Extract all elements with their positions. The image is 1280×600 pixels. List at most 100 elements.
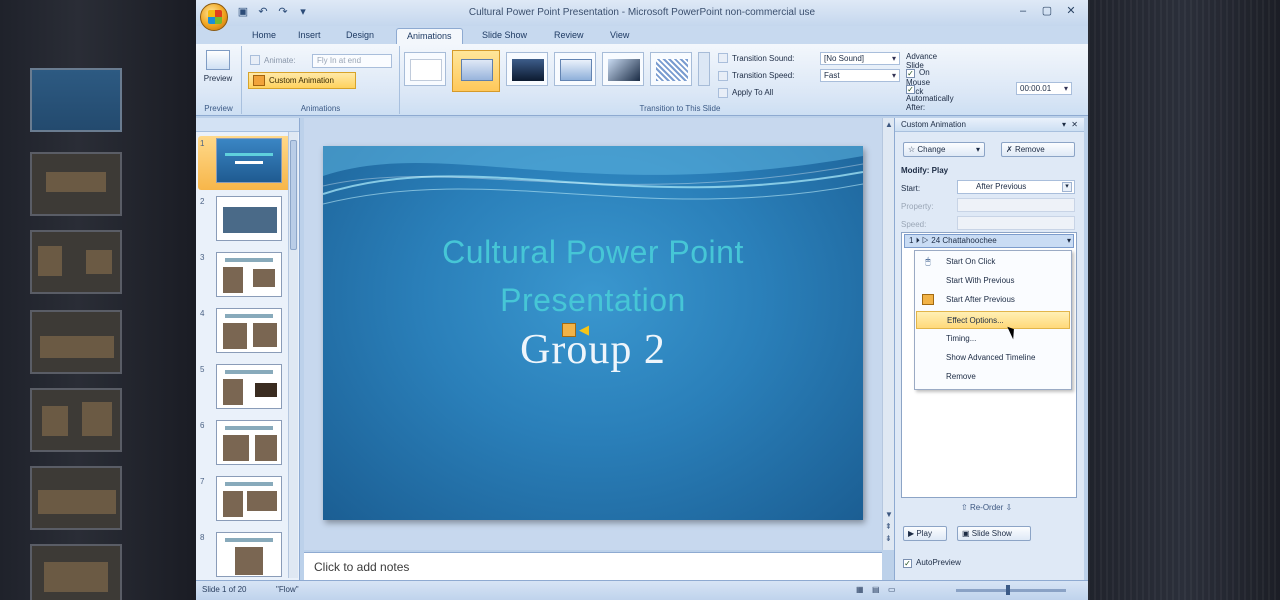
ribbon-group-animations: Animate: Fly In at end Custom Animation … (242, 46, 400, 114)
scroll-down-icon[interactable]: ▼ (885, 510, 893, 519)
window-title: Cultural Power Point Presentation - Micr… (468, 7, 816, 18)
status-bar: Slide 1 of 20 "Flow" ▦ ▤ ▭ (196, 580, 1088, 600)
office-button[interactable] (200, 3, 228, 31)
chevron-down-icon: ▾ (1062, 182, 1072, 192)
slide-thumbnail[interactable] (216, 364, 282, 409)
minimize-icon[interactable]: – (1012, 4, 1034, 20)
filmstrip-thumb (30, 230, 122, 294)
autopreview-checkbox[interactable]: ✓ AutoPreview (903, 558, 961, 568)
transition-gallery-scroll[interactable] (698, 52, 710, 86)
tab-design[interactable]: Design (336, 28, 384, 44)
menu-show-advanced-timeline[interactable]: Show Advanced Timeline (916, 349, 1070, 367)
slide-thumb-row[interactable]: 6 (198, 418, 294, 470)
slides-pane-tabs[interactable] (196, 118, 299, 132)
tab-home[interactable]: Home (242, 28, 286, 44)
clock-icon (922, 294, 934, 305)
slide-thumbnail[interactable] (216, 252, 282, 297)
play-button[interactable]: ▶ Play (903, 526, 947, 541)
office-logo-icon (208, 10, 222, 24)
reorder-up-icon[interactable]: ⇧ (961, 503, 968, 512)
notes-pane[interactable]: Click to add notes (304, 552, 882, 580)
maximize-icon[interactable]: ▢ (1036, 4, 1058, 20)
animation-list-item[interactable]: 1 ⏵ ▷ 24 Chattahoochee ▾ (904, 234, 1074, 248)
tab-insert[interactable]: Insert (288, 28, 331, 44)
pane-close-icon[interactable]: ✕ (1071, 118, 1078, 131)
reorder-controls[interactable]: ⇧ Re-Order ⇩ (961, 503, 1012, 512)
scrollbar-thumb[interactable] (290, 140, 297, 250)
mouse-icon: 🖱 (925, 256, 931, 266)
menu-remove[interactable]: Remove (916, 368, 1070, 386)
pane-options-icon[interactable]: ▾ (1062, 118, 1066, 131)
change-effect-button[interactable]: ☆ Change ▾ (903, 142, 985, 157)
menu-label: Effect Options... (947, 316, 1004, 325)
slide-thumb-row[interactable]: 3 (198, 250, 294, 302)
animation-list[interactable]: 1 ⏵ ▷ 24 Chattahoochee ▾ 🖱 Start On Click… (901, 232, 1077, 498)
slide-sorter-icon[interactable]: ▤ (872, 585, 880, 594)
scroll-up-icon[interactable]: ▲ (885, 120, 893, 129)
menu-start-after-previous[interactable]: Start After Previous (916, 291, 1070, 309)
slide-thumb-row[interactable]: 8 (198, 530, 294, 582)
transition-dissolve-thumb[interactable] (650, 52, 692, 86)
slide-thumbnail[interactable] (216, 420, 282, 465)
menu-label: Start With Previous (946, 276, 1015, 285)
slide-thumbnail[interactable] (216, 476, 282, 521)
preview-group-label: Preview (204, 104, 233, 113)
auto-after-checkbox[interactable]: ✓Automatically After: (906, 84, 954, 112)
slide-subtitle[interactable]: Group 2 (323, 326, 863, 374)
menu-start-on-click[interactable]: 🖱 Start On Click (916, 253, 1070, 271)
menu-start-with-previous[interactable]: Start With Previous (916, 272, 1070, 290)
menu-timing[interactable]: Timing... (916, 330, 1070, 348)
slide-show-button[interactable]: ▣ Slide Show (957, 526, 1031, 541)
slide-title[interactable]: Cultural Power Point Presentation (323, 228, 863, 324)
preview-button[interactable]: Preview (200, 50, 236, 94)
zoom-slider-thumb[interactable] (1006, 585, 1010, 595)
transition-fade-black-thumb[interactable] (506, 52, 548, 86)
slideshow-label: Slide Show (971, 529, 1012, 538)
transition-sound-dropdown[interactable]: [No Sound] (820, 52, 900, 65)
slide-number: 6 (200, 421, 205, 430)
transition-speed-dropdown[interactable]: Fast (820, 69, 900, 82)
tab-slide-show[interactable]: Slide Show (472, 28, 537, 44)
animate-dropdown[interactable]: Fly In at end (312, 54, 392, 68)
slide-editor-scrollbar[interactable]: ▲ ▼ ⇞ ⇟ (882, 118, 894, 550)
slide-number: 5 (200, 365, 205, 374)
transition-fade-thumb[interactable] (452, 50, 500, 92)
previous-slide-icon[interactable]: ⇞ (885, 522, 892, 531)
slide-thumbnail[interactable] (216, 138, 282, 183)
tab-animations[interactable]: Animations (396, 28, 463, 44)
tab-view[interactable]: View (600, 28, 639, 44)
next-slide-icon[interactable]: ⇟ (885, 534, 892, 543)
filmstrip-thumb (30, 310, 122, 374)
close-icon[interactable]: ✕ (1060, 4, 1082, 20)
slide-thumbnail[interactable] (216, 532, 282, 577)
filmstrip-thumb (30, 388, 122, 452)
slide-thumb-row[interactable]: 1 (198, 136, 294, 190)
auto-after-spinner[interactable]: 00:00.01 (1016, 82, 1072, 95)
transition-cut-black-thumb[interactable] (602, 52, 644, 86)
current-slide[interactable]: Cultural Power Point Presentation ◀ Grou… (323, 146, 863, 520)
slides-pane-scrollbar[interactable] (288, 132, 298, 578)
slide-thumbnail[interactable] (216, 308, 282, 353)
slide-thumbnail[interactable] (216, 196, 282, 241)
window-controls: – ▢ ✕ (1012, 4, 1082, 20)
slide-thumb-row[interactable]: 2 (198, 194, 294, 246)
apply-to-all-button[interactable]: Apply To All (732, 88, 773, 97)
start-dropdown[interactable]: After Previous ▾ (957, 180, 1075, 194)
remove-effect-button[interactable]: ✗ Remove (1001, 142, 1075, 157)
change-label: Change (917, 145, 946, 154)
slide-title-line1: Cultural Power Point (442, 234, 744, 270)
tab-review[interactable]: Review (544, 28, 594, 44)
transition-cut-thumb[interactable] (554, 52, 596, 86)
reorder-down-icon[interactable]: ⇩ (1006, 503, 1013, 512)
menu-effect-options[interactable]: Effect Options... (916, 311, 1070, 329)
transition-none-thumb[interactable] (404, 52, 446, 86)
chevron-down-icon[interactable]: ▾ (1067, 235, 1071, 247)
slide-thumb-row[interactable]: 5 (198, 362, 294, 414)
normal-view-icon[interactable]: ▦ (856, 585, 864, 594)
slide-show-view-icon[interactable]: ▭ (888, 585, 896, 594)
slide-thumb-row[interactable]: 4 (198, 306, 294, 358)
star-icon: ☆ (908, 145, 918, 154)
slide-thumb-row[interactable]: 7 (198, 474, 294, 526)
custom-animation-button[interactable]: Custom Animation (248, 72, 356, 89)
zoom-slider[interactable] (956, 589, 1066, 592)
